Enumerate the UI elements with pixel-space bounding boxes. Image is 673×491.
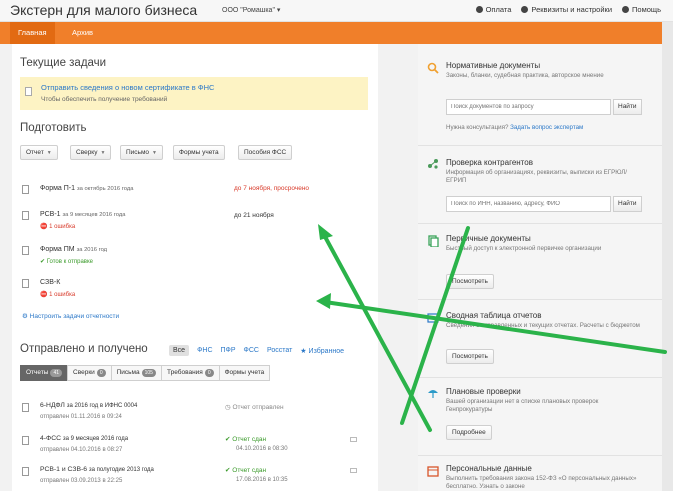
filter-favorites[interactable]: ★ Избранное <box>300 347 344 355</box>
current-tasks-title: Текущие задачи <box>20 57 107 69</box>
filter-fss[interactable]: ФСС <box>244 347 259 354</box>
counterparty-search-input[interactable] <box>446 196 611 212</box>
tab-letters[interactable]: Письма 105 <box>110 365 162 381</box>
document-icon <box>22 279 29 288</box>
counterparty-card: Проверка контрагентов Информация об орга… <box>418 146 662 224</box>
sent-subtabs: Отчеты 41 Сверки 0 Письма 105 Требования 0 Ф… <box>20 365 271 381</box>
summary-table-card: Сводная таблица отчетов Сведения о отпра… <box>418 300 662 378</box>
details-button[interactable]: Подробнее <box>446 425 492 440</box>
gear-icon <box>521 6 529 13</box>
status-badge: ✔ Готов к отправке <box>40 259 94 265</box>
ask-experts-link[interactable]: Задать вопрос экспертам <box>510 124 583 131</box>
letter-button[interactable]: Письмо ▼ <box>120 145 163 160</box>
deadline: до 7 ноября, просрочено <box>234 185 310 192</box>
filter-pfr[interactable]: ПФР <box>221 347 236 354</box>
deadline: до 21 ноября <box>234 212 274 219</box>
norm-docs-card: Нормативные документы Законы, бланки, су… <box>418 44 662 146</box>
gear-icon: ⚙ <box>22 313 28 320</box>
filter-fns[interactable]: ФНС <box>197 347 212 354</box>
card-title: Сводная таблица отчетов <box>446 311 542 320</box>
setup-tasks-link[interactable]: ⚙ Настроить задачи отчетности <box>22 312 119 320</box>
document-icon <box>22 211 29 220</box>
envelope-icon[interactable] <box>350 437 357 442</box>
help-icon <box>622 6 630 13</box>
calendar-icon <box>427 466 439 477</box>
table-icon <box>427 313 439 323</box>
view-summary-button[interactable]: Посмотреть <box>446 349 494 364</box>
status-badge: ◷ Отчет отправлен <box>225 404 284 411</box>
top-bar: Экстерн для малого бизнеса ООО "Ромашка"… <box>0 0 673 22</box>
scrollbar[interactable] <box>662 22 673 491</box>
reconcile-button[interactable]: Сверку ▼ <box>70 145 112 160</box>
tab-requirements[interactable]: Требования 0 <box>160 365 220 381</box>
app-title: Экстерн для малого бизнеса <box>10 2 198 18</box>
personal-data-card: Персональные данные Выполнить требования… <box>418 456 662 491</box>
document-icon <box>25 87 32 96</box>
filters: Все ФНС ПФР ФСС Росстат ★ Избранное <box>169 345 344 356</box>
document-icon <box>22 436 29 445</box>
card-title: Плановые проверки <box>446 387 521 396</box>
chevron-down-icon: ▼ <box>46 150 52 156</box>
envelope-icon[interactable] <box>350 468 357 473</box>
help-link[interactable]: Помощь <box>622 5 661 14</box>
filter-rosstat[interactable]: Росстат <box>267 347 292 354</box>
document-icon <box>22 467 29 476</box>
status-badge: ⛔ 1 ошибка <box>40 292 76 298</box>
norm-find-button[interactable]: Найти <box>613 99 642 115</box>
tab-main[interactable]: Главная <box>10 22 55 44</box>
payment-link[interactable]: Оплата <box>475 5 511 14</box>
card-title: Первичные документы <box>446 234 531 243</box>
org-selector[interactable]: ООО "Ромашка" ▾ <box>222 6 280 14</box>
main-panel: Текущие задачи Отправить сведения о ново… <box>12 44 378 491</box>
task-card: Отправить сведения о новом сертификате в… <box>20 77 368 110</box>
network-icon <box>428 159 438 169</box>
counterparty-find-button[interactable]: Найти <box>613 196 642 212</box>
task-subtitle: Чтобы обеспечить получение требований <box>41 96 168 103</box>
document-icon <box>22 246 29 255</box>
inspections-card: Плановые проверки Вашей организации нет … <box>418 378 662 456</box>
task-link[interactable]: Отправить сведения о новом сертификате в… <box>41 83 214 92</box>
right-sidebar: Нормативные документы Законы, бланки, су… <box>418 44 662 491</box>
tab-archive[interactable]: Архив <box>64 22 101 44</box>
document-icon <box>22 185 29 194</box>
view-primary-button[interactable]: Посмотреть <box>446 274 494 289</box>
accounting-forms-button[interactable]: Формы учета <box>173 145 225 160</box>
settings-link[interactable]: Реквизиты и настройки <box>521 5 612 14</box>
card-title: Проверка контрагентов <box>446 158 533 167</box>
status-badge: ✔ Отчет сдан <box>225 436 267 443</box>
status-badge: ✔ Отчет сдан <box>225 467 267 474</box>
card-title: Нормативные документы <box>446 61 541 70</box>
report-button[interactable]: Отчет ▼ <box>20 145 58 160</box>
tab-reports[interactable]: Отчеты 41 <box>20 365 69 381</box>
nav-bar: Главная Архив <box>0 22 662 44</box>
norm-search-input[interactable] <box>446 99 611 115</box>
prepare-title: Подготовить <box>20 122 87 134</box>
sent-title: Отправлено и получено <box>20 343 148 355</box>
chevron-down-icon: ▼ <box>152 150 157 156</box>
payment-icon <box>475 6 483 13</box>
star-icon: ★ <box>300 347 307 355</box>
chevron-down-icon: ▼ <box>100 150 106 156</box>
documents-icon <box>428 235 439 247</box>
document-icon <box>22 403 29 412</box>
search-icon <box>427 62 439 74</box>
tab-accounting-forms[interactable]: Формы учета <box>218 365 271 381</box>
status-badge: ⛔ 1 ошибка <box>40 224 76 230</box>
primary-docs-card: Первичные документы Быстрый доступ к эле… <box>418 224 662 300</box>
tab-reconciliations[interactable]: Сверки 0 <box>67 365 112 381</box>
card-title: Персональные данные <box>446 464 532 473</box>
umbrella-icon <box>428 390 438 398</box>
filter-all[interactable]: Все <box>169 345 190 356</box>
fss-benefits-button[interactable]: Пособия ФСС <box>238 145 293 160</box>
top-links: Оплата Реквизиты и настройки Помощь <box>475 5 661 14</box>
